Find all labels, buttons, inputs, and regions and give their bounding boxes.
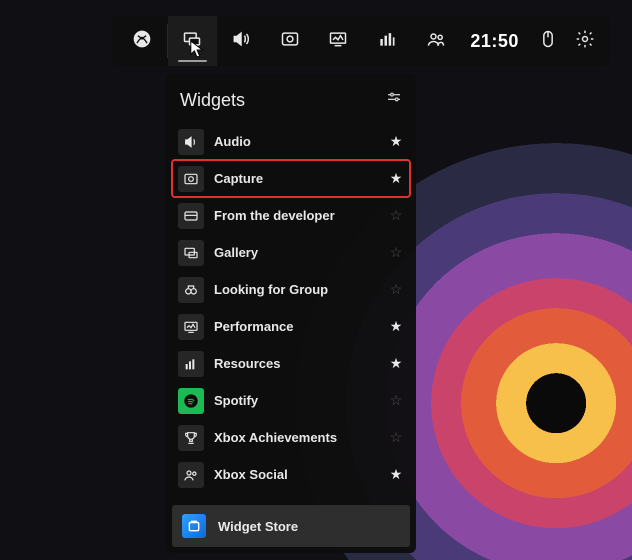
favorite-star[interactable]: ☆ — [388, 207, 404, 224]
widget-item-xbox-social[interactable]: Xbox Social ★ — [172, 456, 410, 493]
trophy-icon — [178, 425, 204, 451]
speaker-icon — [231, 29, 251, 54]
widget-item-label: Audio — [214, 134, 378, 149]
game-bar: 21:50 — [112, 16, 610, 66]
bars-icon — [377, 29, 397, 54]
favorite-star[interactable]: ★ — [388, 170, 404, 187]
social-button[interactable] — [412, 16, 461, 66]
settings-button[interactable] — [566, 16, 604, 66]
widgets-panel: Widgets Audio ★ Capture ★ From the developer… — [166, 74, 416, 553]
mouse-button[interactable] — [529, 16, 567, 66]
widgets-panel-title: Widgets — [180, 90, 245, 111]
widget-item-performance[interactable]: Performance ★ — [172, 308, 410, 345]
binoculars-icon — [178, 277, 204, 303]
monitor-icon — [328, 29, 348, 54]
widgets-icon — [182, 29, 202, 54]
xbox-icon — [132, 29, 152, 54]
widgets-panel-header: Widgets — [166, 84, 416, 123]
favorite-star[interactable]: ★ — [388, 133, 404, 150]
widget-item-spotify[interactable]: Spotify ☆ — [172, 382, 410, 419]
gallery-icon — [178, 240, 204, 266]
widget-item-label: From the developer — [214, 208, 378, 223]
widget-list: Audio★Capture★From the developer☆Gallery… — [166, 123, 416, 499]
widget-item-resources[interactable]: Resources ★ — [172, 345, 410, 382]
favorite-star[interactable]: ☆ — [388, 429, 404, 446]
widget-item-from-dev[interactable]: From the developer ☆ — [172, 197, 410, 234]
speaker-icon — [178, 129, 204, 155]
widget-item-label: Xbox Social — [214, 467, 378, 482]
capture-button[interactable] — [265, 16, 314, 66]
spotify-icon — [178, 388, 204, 414]
camera-icon — [280, 29, 300, 54]
widget-item-audio[interactable]: Audio ★ — [172, 123, 410, 160]
favorite-star[interactable]: ☆ — [388, 281, 404, 298]
xbox-button[interactable] — [118, 16, 167, 66]
clock: 21:50 — [460, 31, 529, 52]
widget-item-label: Spotify — [214, 393, 378, 408]
gear-icon — [575, 29, 595, 54]
widget-item-label: Xbox Achievements — [214, 430, 378, 445]
widget-item-label: Gallery — [214, 245, 378, 260]
camera-icon — [178, 166, 204, 192]
monitor-icon — [178, 314, 204, 340]
widget-item-label: Performance — [214, 319, 378, 334]
widgets-toggle-button[interactable] — [168, 16, 217, 66]
favorite-star[interactable]: ☆ — [388, 392, 404, 409]
widget-store-button[interactable]: Widget Store — [172, 505, 410, 547]
people-icon — [178, 462, 204, 488]
resources-button[interactable] — [363, 16, 412, 66]
widget-item-lfg[interactable]: Looking for Group ☆ — [172, 271, 410, 308]
mouse-icon — [538, 29, 558, 54]
performance-button[interactable] — [314, 16, 363, 66]
favorite-star[interactable]: ☆ — [388, 244, 404, 261]
favorite-star[interactable]: ★ — [388, 355, 404, 372]
favorite-star[interactable]: ★ — [388, 318, 404, 335]
widget-item-label: Resources — [214, 356, 378, 371]
widget-item-label: Looking for Group — [214, 282, 378, 297]
people-icon — [426, 29, 446, 54]
widget-item-achievements[interactable]: Xbox Achievements ☆ — [172, 419, 410, 456]
audio-button[interactable] — [217, 16, 266, 66]
store-icon — [182, 514, 206, 538]
widget-item-label: Capture — [214, 171, 378, 186]
widget-item-capture[interactable]: Capture ★ — [172, 160, 410, 197]
widget-store-label: Widget Store — [218, 519, 298, 534]
card-icon — [178, 203, 204, 229]
widgets-settings-button[interactable] — [386, 90, 402, 111]
bars-icon — [178, 351, 204, 377]
widget-item-gallery[interactable]: Gallery ☆ — [172, 234, 410, 271]
sliders-icon — [386, 93, 402, 110]
favorite-star[interactable]: ★ — [388, 466, 404, 483]
